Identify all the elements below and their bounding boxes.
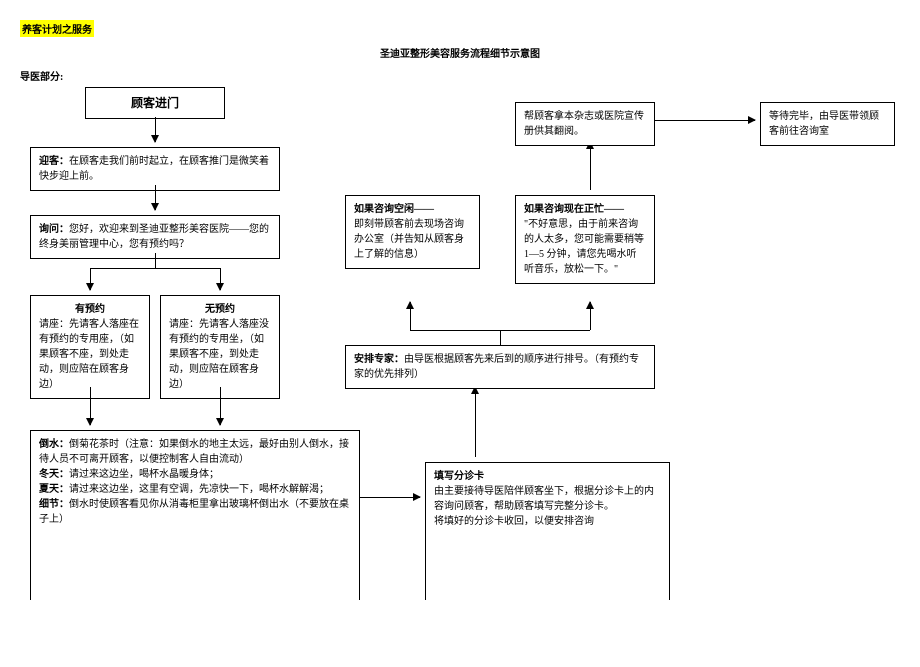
arrow-icon xyxy=(155,185,156,210)
arrow-icon xyxy=(90,268,91,290)
wait-text: 等待完毕，由导医带领顾客前往咨询室 xyxy=(769,111,879,137)
ask-label: 询问： xyxy=(39,224,69,235)
water-l2b: 请过来这边坐，喝杯水晶暖身体； xyxy=(69,469,219,480)
busy-text: "不好意思，由于前来咨询的人太多，您可能需要稍等 1—5 分钟，请您先喝水听听音… xyxy=(524,217,646,277)
nobook-text: 请座：先请客人落座没有预约的专用坐，（如果顾客不座，到处走动，则应陪在顾客身边） xyxy=(169,317,271,392)
arrow-icon xyxy=(655,120,755,121)
triage-l1: 由主要接待导医陪伴顾客坐下，根据分诊卡上的内容询问顾客，帮助顾客填写完整分诊卡。 xyxy=(434,484,661,514)
arrow-icon xyxy=(220,268,221,290)
arrow-icon xyxy=(90,387,91,425)
section-label: 导医部分: xyxy=(20,68,900,83)
ask-text: 您好，欢迎来到圣迪亚整形美容医院——您的终身美丽管理中心，您有预约吗？ xyxy=(39,224,269,250)
page-header: 养客计划之服务 圣迪亚整形美容服务流程细节示意图 导医部分: xyxy=(20,20,900,83)
box-busy: 如果咨询现在正忙—— "不好意思，由于前来咨询的人太多，您可能需要稍等 1—5 … xyxy=(515,195,655,284)
water-l4b: 倒水时使顾客看见你从消毒柜里拿出玻璃杯倒出水（不要放在桌子上） xyxy=(39,499,349,525)
busy-title: 如果咨询现在正忙—— xyxy=(524,202,646,217)
mag-text: 帮顾客拿本杂志或医院宣传册供其翻阅。 xyxy=(524,111,644,137)
main-title: 圣迪亚整形美容服务流程细节示意图 xyxy=(20,45,900,60)
box-nobook: 无预约 请座：先请客人落座没有预约的专用坐，（如果顾客不座，到处走动，则应陪在顾… xyxy=(160,295,280,399)
arrow-icon xyxy=(410,302,411,330)
box-arrange: 安排专家：由导医根据顾客先来后到的顺序进行排号。（有预约专家的优先排列） xyxy=(345,345,655,389)
arrow-icon xyxy=(360,497,420,498)
booked-title: 有预约 xyxy=(39,302,141,317)
arrow-icon xyxy=(155,117,156,142)
line xyxy=(410,330,590,331)
box-water: 倒水：倒菊花茶时（注意：如果倒水的地主太远，最好由别人倒水，接待人员不可离开顾客… xyxy=(30,430,360,600)
line xyxy=(90,268,220,269)
water-l4a: 细节： xyxy=(39,499,69,510)
water-l1b: 倒菊花茶时（注意：如果倒水的地主太远，最好由别人倒水，接待人员不可离开顾客，以便… xyxy=(39,439,349,465)
water-l3a: 夏天： xyxy=(39,484,69,495)
free-title: 如果咨询空闲—— xyxy=(354,202,471,217)
flowchart: 顾客进门 迎客：在顾客走我们前时起立，在顾客推门是微笑着快步迎上前。 询问：您好… xyxy=(20,87,900,647)
box-magazine: 帮顾客拿本杂志或医院宣传册供其翻阅。 xyxy=(515,102,655,146)
arrow-icon xyxy=(475,387,476,457)
free-text: 即刻带顾客前去现场咨询办公室（并告知从顾客身上了解的信息） xyxy=(354,217,471,262)
highlight-title: 养客计划之服务 xyxy=(20,20,94,37)
box-wait: 等待完毕，由导医带领顾客前往咨询室 xyxy=(760,102,895,146)
arrow-icon xyxy=(590,142,591,190)
box-free: 如果咨询空闲—— 即刻带顾客前去现场咨询办公室（并告知从顾客身上了解的信息） xyxy=(345,195,480,269)
triage-title: 填写分诊卡 xyxy=(434,469,661,484)
water-l1a: 倒水： xyxy=(39,439,69,450)
water-l2a: 冬天： xyxy=(39,469,69,480)
water-l3b: 请过来这边坐，这里有空调，先凉快一下，喝杯水解解渴； xyxy=(69,484,329,495)
arrow-icon xyxy=(220,387,221,425)
nobook-title: 无预约 xyxy=(169,302,271,317)
box-triage: 填写分诊卡 由主要接待导医陪伴顾客坐下，根据分诊卡上的内容询问顾客，帮助顾客填写… xyxy=(425,462,670,600)
box-entry: 顾客进门 xyxy=(85,87,225,119)
greet-text: 在顾客走我们前时起立，在顾客推门是微笑着快步迎上前。 xyxy=(39,156,269,182)
line xyxy=(500,330,501,345)
arrange-label: 安排专家： xyxy=(354,354,404,365)
line xyxy=(155,253,156,268)
triage-l2: 将填好的分诊卡收回，以便安排咨询 xyxy=(434,514,661,529)
booked-text: 请座：先请客人落座在有预约的专用座，（如果顾客不座，到处走动，则应陪在顾客身边） xyxy=(39,317,141,392)
greet-label: 迎客： xyxy=(39,156,69,167)
box-booked: 有预约 请座：先请客人落座在有预约的专用座，（如果顾客不座，到处走动，则应陪在顾… xyxy=(30,295,150,399)
arrow-icon xyxy=(590,302,591,330)
